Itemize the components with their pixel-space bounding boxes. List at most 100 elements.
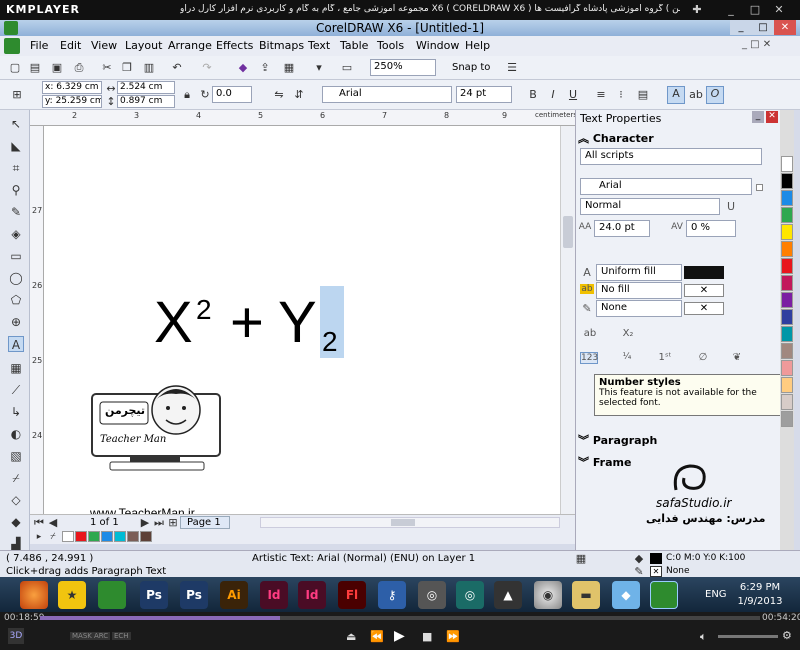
disc-icon[interactable]: ◉ bbox=[534, 581, 562, 609]
formula-y[interactable]: Y bbox=[278, 294, 317, 352]
shape-tool-icon[interactable]: ◣ bbox=[8, 138, 24, 154]
color-swatch[interactable] bbox=[781, 173, 793, 189]
menu-bitmaps[interactable]: Bitmaps bbox=[259, 39, 304, 52]
text-align-icon[interactable]: ≡ bbox=[594, 88, 608, 102]
formula-y-subscript[interactable]: 2 bbox=[322, 326, 338, 358]
subscript-icon[interactable]: X₂ bbox=[620, 328, 636, 339]
color-swatch[interactable] bbox=[781, 343, 793, 359]
width-field[interactable]: 2.524 cm bbox=[117, 81, 175, 94]
formula-x-superscript[interactable]: 2 bbox=[196, 294, 212, 326]
document-swatch[interactable] bbox=[75, 531, 87, 542]
font-list-select[interactable]: Arial bbox=[322, 86, 452, 103]
forward-icon[interactable]: ⏩ bbox=[446, 630, 460, 643]
menu-effects[interactable]: Effects bbox=[216, 39, 253, 52]
color-swatch[interactable] bbox=[781, 241, 793, 257]
play-icon[interactable]: ▶ bbox=[394, 628, 405, 644]
slashed-zero-icon[interactable]: ∅ bbox=[694, 352, 712, 363]
freehand-tool-icon[interactable]: ✎ bbox=[8, 204, 24, 220]
close-button[interactable]: ✕ bbox=[774, 20, 796, 35]
mirror-horizontal-icon[interactable]: ⇋ bbox=[272, 88, 286, 102]
menu-help[interactable]: Help bbox=[465, 39, 490, 52]
polygon-tool-icon[interactable]: ⬠ bbox=[8, 292, 24, 308]
outline-color-swatch[interactable]: ✕ bbox=[650, 566, 662, 577]
dimension-tool-icon[interactable]: ⟋ bbox=[8, 382, 24, 398]
settings-icon[interactable]: ⚙ bbox=[782, 629, 792, 642]
add-page-icon[interactable]: ⊞ bbox=[166, 516, 180, 530]
coreldraw-active-icon[interactable] bbox=[650, 581, 678, 609]
scroll-thumb[interactable] bbox=[391, 519, 415, 526]
crop-tool-icon[interactable]: ⌗ bbox=[8, 160, 24, 176]
color-swatch[interactable] bbox=[781, 156, 793, 172]
save-icon[interactable]: ▣ bbox=[50, 61, 64, 75]
text-fill-select[interactable]: Uniform fill bbox=[596, 264, 682, 281]
welcome-screen-icon[interactable]: ▭ bbox=[340, 61, 354, 75]
text-properties-icon[interactable]: A bbox=[667, 86, 685, 104]
vertical-ruler[interactable]: 27 26 25 24 bbox=[30, 126, 44, 520]
paragraph-section[interactable]: ︾ Paragraph bbox=[578, 432, 778, 448]
color-swatch[interactable] bbox=[781, 411, 793, 427]
speaker-icon[interactable]: 🔈︎ bbox=[700, 630, 707, 644]
snap-to-button[interactable]: Snap to bbox=[452, 62, 490, 73]
formula-x[interactable]: X bbox=[154, 294, 193, 352]
connector-tool-icon[interactable]: ↳ bbox=[8, 404, 24, 420]
number-styles-icon[interactable]: 123 bbox=[580, 352, 598, 364]
color-swatch[interactable] bbox=[781, 275, 793, 291]
firefox-icon[interactable] bbox=[20, 581, 48, 609]
outline-select[interactable]: None bbox=[596, 300, 682, 317]
last-page-icon[interactable]: ⏭ bbox=[152, 516, 166, 530]
zoom-level-select[interactable]: 250% bbox=[370, 59, 436, 76]
mirror-vertical-icon[interactable]: ⇵ bbox=[292, 88, 306, 102]
menu-table[interactable]: Table bbox=[340, 39, 368, 52]
menu-arrange[interactable]: Arrange bbox=[168, 39, 212, 52]
color-swatch[interactable] bbox=[781, 258, 793, 274]
pick-tool-icon[interactable]: ↖ bbox=[8, 116, 24, 132]
document-swatch[interactable] bbox=[62, 531, 74, 542]
prev-page-icon[interactable]: ◀ bbox=[46, 516, 60, 530]
maximize-button[interactable]: □ bbox=[752, 20, 774, 35]
underline-icon[interactable]: U bbox=[724, 200, 738, 213]
page-tab[interactable]: Page 1 bbox=[180, 516, 230, 529]
background-fill-swatch[interactable]: ✕ bbox=[684, 284, 724, 297]
vertical-scrollbar[interactable] bbox=[560, 126, 575, 520]
arc-tag[interactable]: ARC bbox=[92, 632, 111, 640]
language-indicator[interactable]: ENG bbox=[705, 589, 727, 600]
illustrator-icon[interactable]: Ai bbox=[220, 581, 248, 609]
size-field[interactable]: 24.0 pt bbox=[594, 220, 650, 237]
clock-time[interactable]: 6:29 PM bbox=[738, 582, 782, 593]
undo-icon[interactable]: ↶ bbox=[170, 61, 184, 75]
star-icon[interactable]: ★ bbox=[58, 581, 86, 609]
document-swatch[interactable] bbox=[101, 531, 113, 542]
paste-icon[interactable]: ▥ bbox=[142, 61, 156, 75]
menu-edit[interactable]: Edit bbox=[60, 39, 81, 52]
fill-tool-icon[interactable]: ◆ bbox=[8, 514, 24, 530]
fill-color-swatch[interactable] bbox=[650, 553, 662, 564]
fractions-icon[interactable]: ¼ bbox=[618, 352, 636, 362]
x-position-field[interactable]: x: 6.329 cm bbox=[42, 81, 102, 94]
minimize-button[interactable]: _ bbox=[730, 20, 752, 35]
folder-icon[interactable]: ▬ bbox=[572, 581, 600, 609]
next-page-icon[interactable]: ▶ bbox=[138, 516, 152, 530]
color-swatch[interactable] bbox=[781, 377, 793, 393]
menu-layout[interactable]: Layout bbox=[125, 39, 162, 52]
font-style-select[interactable]: Normal bbox=[580, 198, 720, 215]
print-icon[interactable]: ⎙ bbox=[72, 61, 86, 75]
rectangle-tool-icon[interactable]: ▭ bbox=[8, 248, 24, 264]
font-select[interactable]: Arial bbox=[580, 178, 752, 195]
import-icon[interactable]: ◆ bbox=[236, 61, 250, 75]
docker-min-button[interactable]: _ bbox=[752, 111, 764, 123]
stop-icon[interactable]: ■ bbox=[422, 630, 432, 643]
color-swatch[interactable] bbox=[781, 292, 793, 308]
text-tool-icon[interactable]: A bbox=[8, 336, 24, 352]
application-launcher-icon[interactable]: ▾ bbox=[312, 61, 326, 75]
scripts-select[interactable]: All scripts bbox=[580, 148, 762, 165]
cut-icon[interactable]: ✂ bbox=[100, 61, 114, 75]
outline-tool-icon[interactable]: ◇ bbox=[8, 492, 24, 508]
background-fill-select[interactable]: No fill bbox=[596, 282, 682, 299]
ech-tag[interactable]: ECH bbox=[112, 632, 131, 640]
publish-pdf-icon[interactable]: ▦ bbox=[282, 61, 296, 75]
indesign-icon[interactable]: Id bbox=[298, 581, 326, 609]
color-swatch[interactable] bbox=[781, 309, 793, 325]
options-icon[interactable]: ☰ bbox=[505, 61, 519, 75]
new-icon[interactable]: ▢ bbox=[8, 61, 22, 75]
menu-view[interactable]: View bbox=[91, 39, 117, 52]
